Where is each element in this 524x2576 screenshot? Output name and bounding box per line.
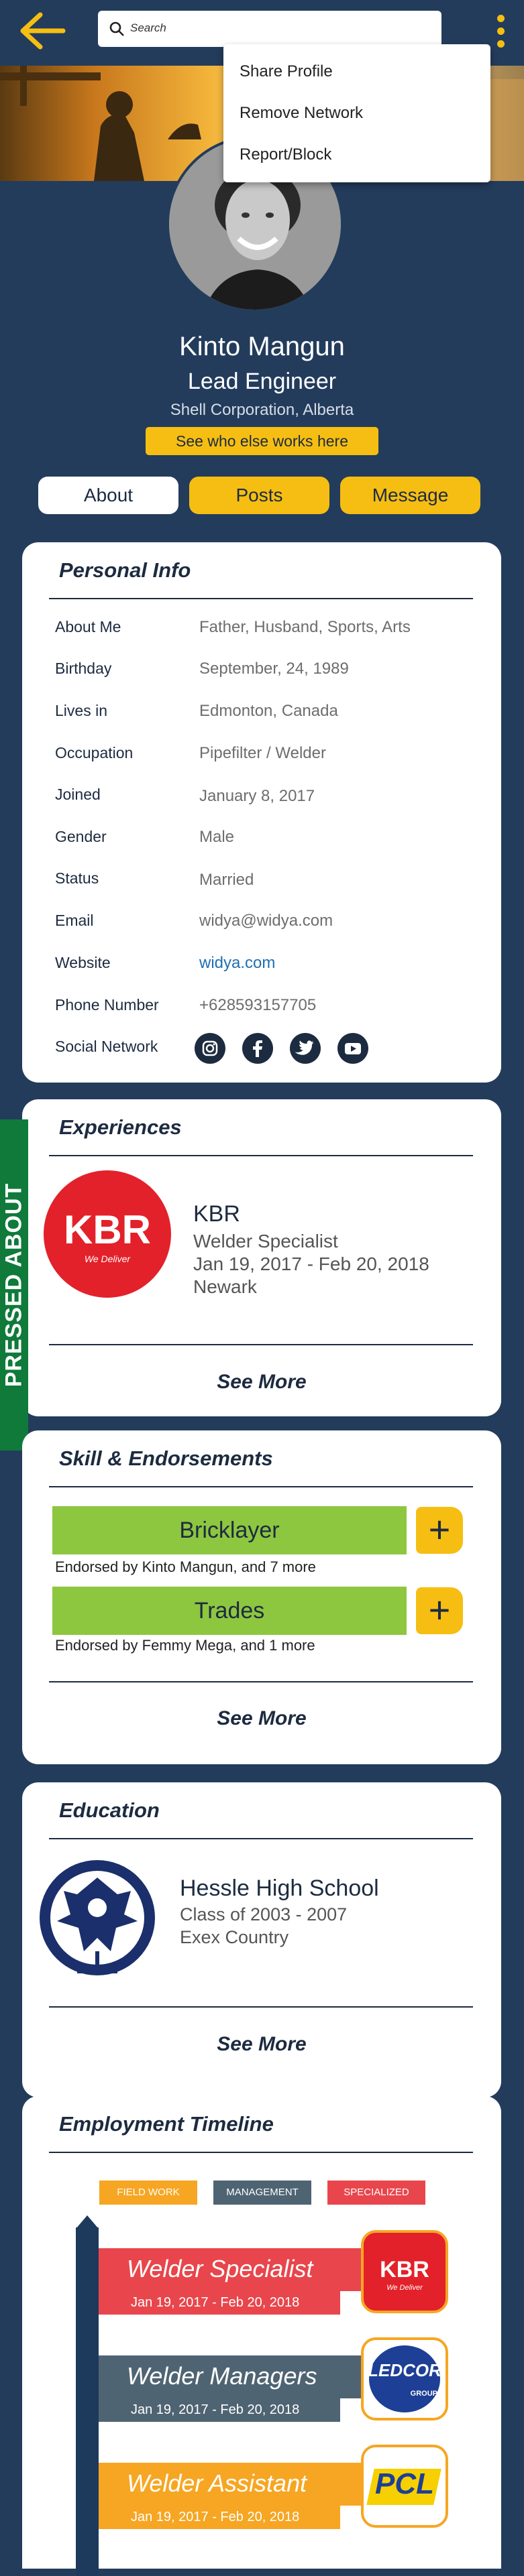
menu-report-block[interactable]: Report/Block — [240, 145, 331, 164]
info-label: Phone Number — [55, 996, 159, 1014]
info-label: About Me — [55, 618, 121, 635]
card-title: Skill & Endorsements — [59, 1447, 273, 1470]
school-class: Class of 2003 - 2007 — [180, 1904, 348, 1924]
legend-management: MANAGEMENT — [213, 2181, 311, 2205]
divider — [49, 1681, 473, 1682]
search-icon — [109, 21, 125, 37]
info-value: September, 24, 1989 — [199, 660, 349, 678]
search-placeholder: Search — [130, 21, 166, 34]
timeline-item-dates: Jan 19, 2017 - Feb 20, 2018 — [99, 2398, 340, 2422]
info-label: Occupation — [55, 744, 134, 761]
timeline-item-title: Welder Managers — [99, 2355, 367, 2398]
tab-message[interactable]: Message — [340, 477, 480, 514]
skill-trades[interactable]: Trades — [52, 1587, 407, 1635]
divider — [49, 598, 473, 599]
divider — [49, 1838, 473, 1839]
skill-endorsement: Endorsed by Kinto Mangun, and 7 more — [55, 1558, 316, 1575]
info-value: Edmonton, Canada — [199, 702, 338, 720]
info-label: Email — [55, 912, 94, 929]
education-card: Education Hessle High School Class of 20… — [22, 1782, 501, 2097]
legend-field-work: FIELD WORK — [99, 2181, 197, 2205]
info-value: Male — [199, 828, 235, 846]
instagram-icon[interactable] — [195, 1033, 225, 1064]
pressed-about-indicator[interactable]: PRESSED ABOUT — [0, 1119, 28, 1451]
info-label: Joined — [55, 786, 101, 803]
info-label: Social Network — [55, 1038, 158, 1055]
card-title: Experiences — [59, 1115, 182, 1139]
divider — [49, 1155, 473, 1156]
info-value: January 8, 2017 — [199, 787, 315, 805]
school-location: Exex Country — [180, 1927, 289, 1947]
timeline-item-title: Welder Assistant — [99, 2463, 367, 2506]
see-more-button[interactable]: See More — [22, 2033, 501, 2056]
logo-text: LEDCOR — [368, 2360, 441, 2380]
facebook-icon[interactable] — [242, 1033, 273, 1064]
info-value: Father, Husband, Sports, Arts — [199, 618, 411, 636]
profile-role: Lead Engineer — [187, 369, 337, 394]
menu-remove-network[interactable]: Remove Network — [240, 104, 363, 123]
profile-name: Kinto Mangun — [179, 332, 345, 361]
ledcor-logo[interactable]: LEDCOR GROUP — [361, 2337, 448, 2420]
kbr-logo[interactable]: KBR We Deliver — [361, 2230, 448, 2313]
twitter-icon[interactable] — [290, 1033, 321, 1064]
youtube-icon[interactable] — [337, 1033, 368, 1064]
divider — [49, 1344, 473, 1345]
pcl-logo[interactable]: PCL — [361, 2445, 448, 2528]
logo-tagline: We Deliver — [84, 1253, 131, 1264]
divider — [49, 1486, 473, 1487]
divider — [49, 2006, 473, 2008]
email-value[interactable]: widya@widya.com — [199, 912, 333, 930]
experience-position: Welder Specialist — [193, 1231, 338, 1251]
legend-specialized: SPECIALIZED — [327, 2181, 425, 2205]
website-link[interactable]: widya.com — [199, 954, 275, 973]
logo-tagline: GROUP — [410, 2390, 437, 2398]
timeline-item-title: Welder Specialist — [99, 2248, 367, 2291]
see-who-works-here-button[interactable]: See who else works here — [146, 427, 378, 455]
employment-timeline-card: Employment Timeline FIELD WORK MANAGEMEN… — [22, 2096, 501, 2576]
card-title: Employment Timeline — [59, 2112, 274, 2136]
phone-value[interactable]: +628593157705 — [199, 996, 316, 1015]
profile-company: Shell Corporation, Alberta — [170, 401, 354, 419]
info-value: Pipefilter / Welder — [199, 744, 326, 762]
tab-about[interactable]: About — [38, 477, 178, 514]
timeline-item-dates: Jan 19, 2017 - Feb 20, 2018 — [99, 2505, 340, 2529]
logo-text: KBR — [64, 1207, 151, 1252]
experiences-card: Experiences KBR We Deliver KBR Welder Sp… — [22, 1099, 501, 1416]
pressed-label: PRESSED ABOUT — [1, 1182, 27, 1388]
endorse-plus-button[interactable]: + — [416, 1507, 463, 1554]
info-label: Gender — [55, 828, 107, 845]
kbr-logo: KBR We Deliver — [44, 1170, 171, 1298]
card-title: Education — [59, 1798, 160, 1822]
tab-posts[interactable]: Posts — [189, 477, 329, 514]
info-label: Website — [55, 954, 111, 971]
info-label: Birthday — [55, 660, 112, 677]
see-more-button[interactable]: See More — [22, 1707, 501, 1730]
card-title: Personal Info — [59, 558, 191, 582]
timeline-item-dates: Jan 19, 2017 - Feb 20, 2018 — [99, 2290, 340, 2315]
search-input[interactable]: Search — [98, 11, 441, 47]
personal-info-card: Personal Info About Me Father, Husband, … — [22, 542, 501, 1083]
back-arrow-icon[interactable] — [16, 11, 70, 51]
more-options-icon[interactable] — [494, 15, 507, 55]
skills-card: Skill & Endorsements Bricklayer + Endors… — [22, 1430, 501, 1764]
options-menu: Share Profile Remove Network Report/Bloc… — [223, 44, 490, 182]
timeline-axis — [76, 2215, 99, 2576]
menu-share-profile[interactable]: Share Profile — [240, 62, 333, 81]
school-name: Hessle High School — [180, 1876, 379, 1901]
logo-text: KBR — [380, 2257, 429, 2282]
school-crest-icon — [37, 1857, 158, 1978]
experience-company: KBR — [193, 1201, 240, 1227]
info-value: Married — [199, 871, 254, 889]
experience-dates: Jan 19, 2017 - Feb 20, 2018 — [193, 1253, 429, 1274]
info-label: Status — [55, 869, 99, 887]
skill-bricklayer[interactable]: Bricklayer — [52, 1506, 407, 1554]
endorse-plus-button[interactable]: + — [416, 1587, 463, 1634]
logo-tagline: We Deliver — [386, 2284, 423, 2292]
divider — [49, 2152, 473, 2153]
see-more-button[interactable]: See More — [22, 1371, 501, 1394]
logo-text: PCL — [375, 2467, 434, 2500]
skill-endorsement: Endorsed by Femmy Mega, and 1 more — [55, 1637, 315, 1654]
info-label: Lives in — [55, 702, 107, 719]
experience-location: Newark — [193, 1276, 257, 1297]
